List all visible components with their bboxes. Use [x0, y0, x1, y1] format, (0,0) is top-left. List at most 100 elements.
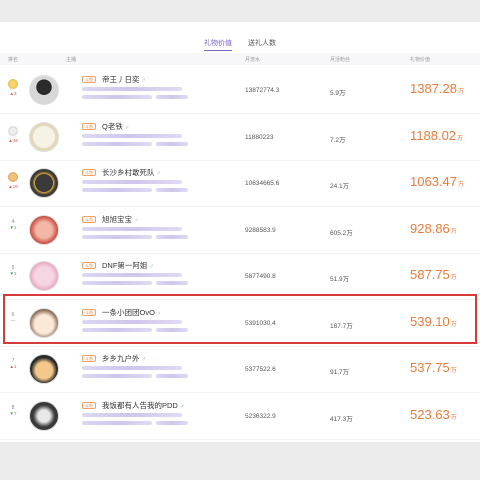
host-name-text: 乡乡九户外 [102, 354, 140, 363]
monthly-flow: 10634665.6 [245, 180, 280, 187]
medal-icon [8, 79, 18, 89]
gift-value: 928.86万 [410, 221, 457, 236]
monthly-flow: 5877490.8 [245, 273, 276, 280]
rank-change: ▼7 [9, 410, 17, 416]
platform-tag: 斗鱼 [82, 262, 96, 269]
rank-cell: 4 ▼1 [4, 219, 22, 230]
gift-value-unit: 万 [458, 182, 465, 188]
host-name[interactable]: 我饭都有人告我的PDD ♂ [102, 400, 184, 411]
table-row[interactable]: ▲49 斗鱼 Q老铁 ♂ 11880223 7.2万 1188.02万 [0, 113, 480, 161]
blurred-text [82, 281, 152, 285]
rank-change: ▼1 [9, 224, 17, 230]
tab-gift-senders[interactable]: 送礼人数 [248, 38, 276, 48]
table-row[interactable]: ▲3 斗鱼 帝王丿日奕 ♂ 13872774.3 5.9万 1387.28万 [0, 66, 480, 114]
gift-value: 1063.47万 [410, 174, 464, 189]
male-icon: ♂ [156, 171, 162, 177]
rank-cell: ▲16 [4, 172, 22, 189]
gift-value-number: 1063.47 [410, 174, 457, 189]
monthly-fans: 5.9万 [330, 90, 346, 97]
gift-value-number: 523.63 [410, 406, 450, 422]
rank-cell: 8 ▼7 [4, 405, 22, 416]
monthly-flow: 5377522.6 [245, 366, 276, 373]
host-name[interactable]: 旭旭宝宝 ♂ [102, 214, 139, 225]
monthly-fans: 51.9万 [330, 276, 350, 283]
host-name[interactable]: DNF第一阿姐 ♂ [102, 260, 154, 271]
host-name[interactable]: 帝王丿日奕 ♂ [102, 74, 146, 85]
avatar[interactable] [29, 121, 59, 152]
male-icon: ♂ [124, 124, 130, 131]
blurred-text [82, 420, 152, 425]
blurred-text [82, 366, 182, 370]
tab-bar: 礼物价值 送礼人数 [0, 38, 480, 52]
male-icon: ♂ [141, 78, 147, 84]
medal-icon [8, 125, 18, 136]
table-row[interactable]: 4 ▼1 斗鱼 旭旭宝宝 ♂ 9288583.9 605.2万 928.86万 [0, 206, 480, 254]
host-name[interactable]: 长沙乡村敢死队 ♂ [102, 167, 161, 178]
platform-tag: 斗鱼 [82, 355, 96, 362]
rank-change: ▲16 [8, 184, 18, 189]
blurred-text [82, 188, 152, 192]
blurred-text [156, 188, 188, 192]
blurred-text [156, 95, 188, 99]
avatar[interactable] [29, 400, 59, 431]
male-icon: ♂ [149, 264, 154, 270]
gift-value-number: 1188.02 [410, 127, 457, 143]
gift-value-number: 587.75 [410, 267, 450, 282]
header-rank: 排名 [8, 57, 19, 63]
blurred-text [82, 87, 182, 91]
avatar[interactable] [29, 354, 59, 384]
blurred-text [156, 234, 188, 239]
blurred-text [82, 180, 182, 184]
rank-change: ▲49 [8, 137, 18, 143]
gift-value-number: 1387.28 [410, 81, 457, 96]
avatar[interactable] [29, 261, 59, 291]
blurred-text [156, 281, 188, 285]
table-row[interactable]: 7 ▲1 斗鱼 乡乡九户外 ♂ 5377522.6 91.7万 537.75万 [0, 345, 480, 393]
monthly-fans: 605.2万 [330, 229, 353, 237]
highlight-box [3, 294, 477, 344]
host-name-text: 我饭都有人告我的PDD [102, 400, 178, 410]
header-col3: 礼物价值 [410, 57, 431, 63]
blurred-text [156, 374, 188, 378]
monthly-fans: 24.1万 [330, 183, 350, 190]
monthly-fans: 7.2万 [330, 136, 346, 144]
blurred-text [82, 374, 152, 378]
table-row[interactable]: 8 ▼7 斗鱼 我饭都有人告我的PDD ♂ 5236322.9 417.3万 52… [0, 392, 480, 440]
header-col2: 月活粉丝 [330, 57, 351, 63]
blurred-text [156, 420, 188, 425]
gift-value-unit: 万 [457, 135, 464, 142]
gift-value-unit: 万 [450, 368, 457, 374]
male-icon: ♂ [141, 357, 147, 363]
screenshot-frame: 礼物价值 送礼人数 排名 主播 月流水 月活粉丝 礼物价值 ▲3 斗鱼 帝王丿日… [0, 0, 480, 480]
blurred-text [82, 133, 182, 138]
gift-value-unit: 万 [450, 228, 457, 235]
table-header: 排名 主播 月流水 月活粉丝 礼物价值 [0, 53, 480, 65]
rank-cell: ▲49 [4, 125, 22, 143]
avatar[interactable] [29, 214, 59, 245]
gift-value-unit: 万 [450, 275, 457, 281]
gift-value-unit: 万 [450, 414, 457, 421]
monthly-flow: 11880223 [245, 133, 274, 141]
monthly-flow: 5236322.9 [245, 412, 276, 420]
avatar[interactable] [29, 168, 59, 198]
gift-value: 1387.28万 [410, 81, 464, 96]
monthly-flow: 9288583.9 [245, 226, 276, 234]
table-row[interactable]: ▲16 斗鱼 长沙乡村敢死队 ♂ 10634665.6 24.1万 1063.47… [0, 159, 480, 207]
rank-change: ▲3 [9, 91, 17, 96]
header-host: 主播 [66, 57, 77, 63]
host-name-text: 帝王丿日奕 [102, 75, 140, 84]
table-row[interactable]: 5 ▼2 斗鱼 DNF第一阿姐 ♂ 5877490.8 51.9万 587.75万 [0, 252, 480, 300]
male-icon: ♂ [179, 403, 185, 410]
blurred-text [156, 141, 188, 146]
host-name[interactable]: Q老铁 ♂ [102, 121, 129, 132]
gift-value: 587.75万 [410, 267, 457, 282]
tab-gift-value[interactable]: 礼物价值 [204, 38, 233, 51]
medal-icon [8, 172, 18, 182]
avatar[interactable] [29, 75, 59, 105]
host-name-text: Q老铁 [102, 121, 123, 131]
monthly-fans: 91.7万 [330, 369, 350, 376]
rank-cell: 7 ▲1 [4, 358, 22, 369]
host-name-text: 长沙乡村敢死队 [102, 168, 155, 177]
rank-change: ▲1 [9, 364, 17, 369]
host-name[interactable]: 乡乡九户外 ♂ [102, 353, 146, 364]
